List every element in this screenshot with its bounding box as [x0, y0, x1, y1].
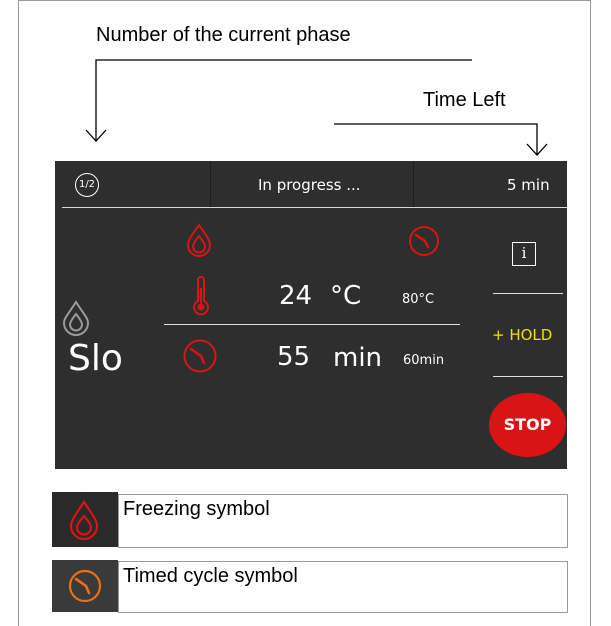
- stop-button[interactable]: STOP: [489, 393, 566, 457]
- value-divider: [164, 324, 460, 325]
- time-remaining: 5 min: [507, 176, 550, 194]
- time-unit: min: [333, 343, 383, 373]
- legend-swatch: [52, 560, 118, 612]
- program-drop-icon: [62, 300, 90, 336]
- temperature-target: 80°C: [402, 292, 435, 307]
- clock-icon: [68, 569, 102, 603]
- phase-arrow-line: [95, 59, 472, 140]
- timed-cycle-clock-icon: [409, 226, 439, 256]
- info-button[interactable]: i: [512, 242, 536, 266]
- legend-swatch: [52, 492, 118, 547]
- freezing-drop-icon: [186, 223, 212, 257]
- drop-icon: [69, 500, 99, 540]
- status-text: In progress ...: [258, 176, 361, 194]
- temperature-value: 24: [279, 281, 313, 311]
- time-value: 55: [277, 342, 311, 372]
- status-bar-divider: [210, 161, 211, 207]
- program-label: Slo: [68, 338, 123, 379]
- legend-label: Freezing symbol: [118, 494, 568, 548]
- machine-screen: 1/2 In progress ... 5 min 24 °C 80°C 55 …: [55, 161, 567, 469]
- temperature-unit: °C: [330, 281, 362, 311]
- status-bar-underline: [62, 207, 567, 208]
- legend-label: Timed cycle symbol: [118, 561, 568, 613]
- phase-badge: 1/2: [75, 173, 99, 197]
- time-target: 60min: [403, 353, 445, 368]
- annotation-arrows: [85, 59, 548, 156]
- right-divider: [493, 376, 563, 377]
- time-clock-icon: [183, 339, 217, 373]
- right-divider: [493, 293, 563, 294]
- time-arrow-line: [334, 123, 538, 154]
- status-bar: 1/2 In progress ... 5 min: [55, 161, 567, 208]
- thermometer-icon: [193, 276, 209, 316]
- status-bar-divider: [413, 161, 414, 207]
- hold-button[interactable]: + HOLD: [492, 326, 552, 344]
